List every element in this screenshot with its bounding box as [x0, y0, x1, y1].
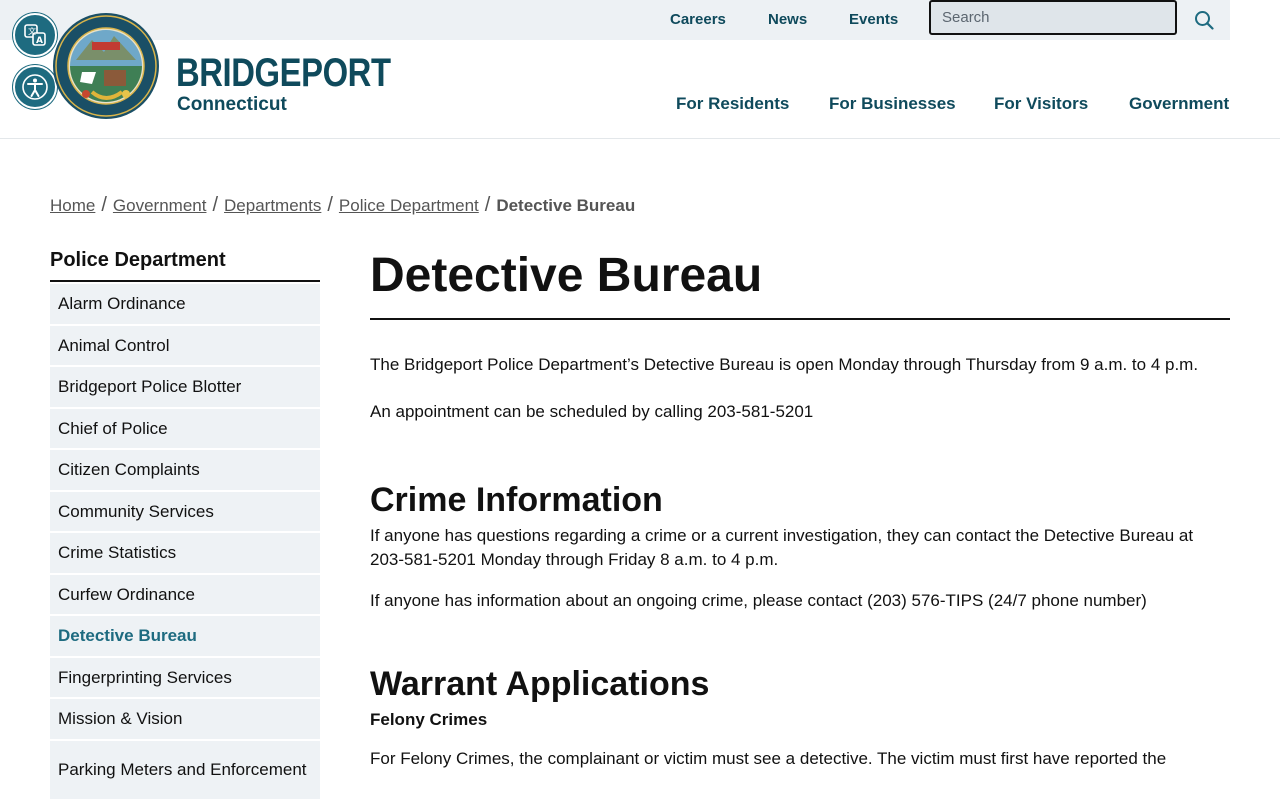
sidebar-item-chief-of-police[interactable]: Chief of Police — [50, 408, 320, 448]
sidebar-item-detective-bureau[interactable]: Detective Bureau — [50, 616, 320, 656]
site-subtitle[interactable]: Connecticut — [177, 94, 287, 116]
appointment-paragraph: An appointment can be scheduled by calli… — [370, 402, 814, 421]
sidebar-list: Alarm Ordinance Animal Control Bridgepor… — [50, 284, 320, 799]
felony-crimes-heading: Felony Crimes — [370, 710, 488, 729]
nav-for-businesses[interactable]: For Businesses — [829, 94, 956, 114]
utility-bar: Careers News Events — [0, 0, 1230, 40]
translate-icon: 文 A — [24, 24, 46, 46]
nav-for-visitors[interactable]: For Visitors — [994, 94, 1088, 114]
crime-information-heading: Crime Information — [370, 481, 663, 519]
crime-info-paragraph: If anyone has questions regarding a crim… — [370, 526, 1194, 569]
accessibility-icon — [22, 74, 48, 100]
svg-text:A: A — [36, 36, 43, 46]
breadcrumb-separator: / — [327, 194, 333, 216]
search-button[interactable] — [1178, 0, 1230, 40]
sidebar-item-fingerprinting-services[interactable]: Fingerprinting Services — [50, 657, 320, 697]
events-link[interactable]: Events — [849, 11, 898, 28]
sidebar-item-crime-statistics[interactable]: Crime Statistics — [50, 533, 320, 573]
search-icon — [1195, 11, 1214, 30]
main-content: Detective Bureau The Bridgeport Police D… — [370, 248, 1230, 771]
warrant-applications-heading: Warrant Applications — [370, 665, 710, 703]
accessibility-button[interactable] — [13, 65, 57, 109]
sidebar-nav: Police Department Alarm Ordinance Animal… — [50, 248, 320, 800]
crime-tips-paragraph: If anyone has information about an ongoi… — [370, 591, 1147, 610]
breadcrumb: Home / Government / Departments / Police… — [50, 194, 635, 217]
sidebar-title[interactable]: Police Department — [50, 248, 320, 282]
site-name[interactable]: BRIDGEPORT — [176, 53, 391, 93]
felony-paragraph: For Felony Crimes, the complainant or vi… — [370, 749, 1167, 768]
breadcrumb-separator: / — [101, 194, 107, 216]
nav-government[interactable]: Government — [1129, 94, 1229, 114]
sidebar-item-curfew-ordinance[interactable]: Curfew Ordinance — [50, 574, 320, 614]
breadcrumb-home[interactable]: Home — [50, 196, 95, 216]
search-input[interactable] — [929, 0, 1177, 35]
sidebar-item-mission-vision[interactable]: Mission & Vision — [50, 699, 320, 739]
page-title: Detective Bureau — [370, 248, 1230, 320]
nav-for-residents[interactable]: For Residents — [676, 94, 789, 114]
city-seal-logo[interactable] — [52, 12, 160, 120]
breadcrumb-separator: / — [212, 194, 219, 216]
sidebar-item-citizen-complaints[interactable]: Citizen Complaints — [50, 450, 320, 490]
breadcrumb-current: Detective Bureau — [496, 196, 636, 215]
sidebar-item-parking-meters[interactable]: Parking Meters and Enforcement — [50, 740, 320, 799]
sidebar-item-animal-control[interactable]: Animal Control — [50, 325, 320, 365]
news-link[interactable]: News — [768, 11, 807, 28]
sidebar-item-community-services[interactable]: Community Services — [50, 491, 320, 531]
breadcrumb-police-department[interactable]: Police Department — [339, 196, 479, 216]
sidebar-item-alarm-ordinance[interactable]: Alarm Ordinance — [50, 284, 320, 324]
careers-link[interactable]: Careers — [670, 11, 726, 28]
sidebar-item-police-blotter[interactable]: Bridgeport Police Blotter — [50, 367, 320, 407]
breadcrumb-government[interactable]: Government — [113, 196, 207, 216]
svg-text:文: 文 — [28, 26, 36, 36]
breadcrumb-separator: / — [484, 194, 491, 216]
translate-button[interactable]: 文 A — [13, 13, 57, 57]
intro-paragraph: The Bridgeport Police Department’s Detec… — [370, 355, 1199, 374]
breadcrumb-departments[interactable]: Departments — [224, 196, 321, 216]
